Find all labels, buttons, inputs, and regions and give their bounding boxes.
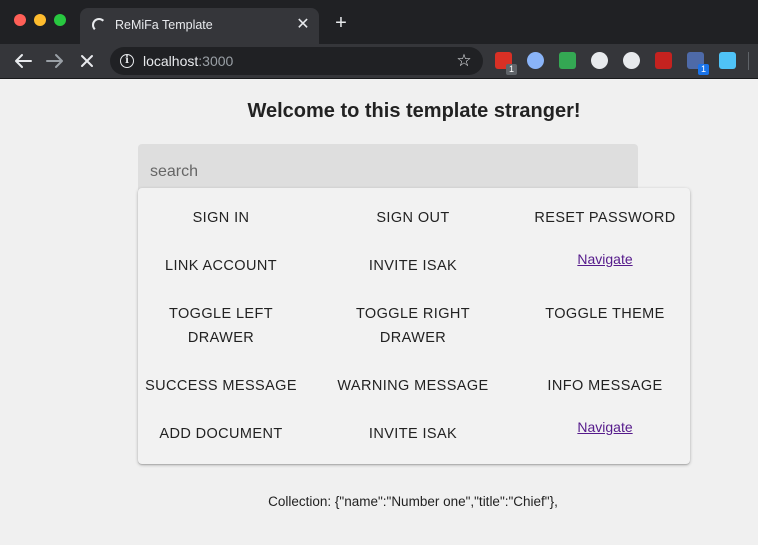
collection-text: Collection: {"name":"Number one","title"… (268, 494, 558, 509)
link-account-button[interactable]: LINK ACCOUNT (141, 254, 301, 278)
red-ext-icon[interactable]: 1 (495, 52, 517, 75)
url-port: :3000 (198, 53, 234, 69)
red-square-ext-icon[interactable] (655, 52, 672, 69)
forward-arrow-icon[interactable] (43, 49, 67, 73)
sign-in-button[interactable]: SIGN IN (141, 206, 301, 230)
stop-loading-icon[interactable] (75, 49, 99, 73)
extension-badge: 1 (698, 64, 709, 75)
white-circle-ext-icon[interactable] (623, 52, 640, 69)
loading-spinner-icon (92, 18, 106, 32)
actions-card: SIGN IN SIGN OUT RESET PASSWORD LINK ACC… (138, 188, 690, 464)
success-message-button[interactable]: SUCCESS MESSAGE (141, 374, 301, 398)
url-text: localhost:3000 (143, 53, 233, 69)
navigate-link[interactable]: Navigate (525, 251, 685, 267)
bookmark-star-icon[interactable]: ☆ (454, 51, 474, 71)
window-minimize-button[interactable] (34, 14, 46, 26)
address-bar[interactable]: i localhost:3000 ☆ (110, 47, 483, 75)
braces-ext-icon[interactable] (591, 52, 608, 69)
browser-tab[interactable]: ReMiFa Template ✕ (80, 8, 319, 44)
toggle-theme-button[interactable]: TOGGLE THEME (525, 302, 685, 326)
info-message-button[interactable]: INFO MESSAGE (525, 374, 685, 398)
blue-window-ext-icon[interactable] (719, 52, 736, 69)
add-document-button[interactable]: ADD DOCUMENT (141, 422, 301, 446)
invite-isak-button[interactable]: INVITE ISAK (333, 254, 493, 278)
green-plus-ext-icon[interactable] (559, 52, 576, 69)
back-arrow-icon[interactable] (11, 49, 35, 73)
tab-title: ReMiFa Template (115, 18, 213, 32)
reset-password-button[interactable]: RESET PASSWORD (525, 206, 685, 230)
sign-out-button[interactable]: SIGN OUT (333, 206, 493, 230)
site-info-icon[interactable]: i (120, 54, 134, 68)
tab-close-icon[interactable]: ✕ (294, 16, 312, 34)
url-host: localhost (143, 53, 199, 69)
toggle-right-drawer-button[interactable]: TOGGLE RIGHT DRAWER (333, 302, 493, 350)
browser-toolbar: i localhost:3000 ☆ 1 1 (0, 44, 758, 79)
tab-bar: ReMiFa Template ✕ + (0, 0, 758, 44)
extension-badge: 1 (506, 64, 517, 75)
navigate-link-2[interactable]: Navigate (525, 419, 685, 435)
warning-message-button[interactable]: WARNING MESSAGE (333, 374, 493, 398)
toggle-left-drawer-button[interactable]: TOGGLE LEFT DRAWER (141, 302, 301, 350)
invite-isak-button-2[interactable]: INVITE ISAK (333, 422, 493, 446)
page-title: Welcome to this template stranger! (247, 100, 581, 122)
folder-ext-icon[interactable]: 1 (687, 52, 709, 75)
blue-ring-ext-icon[interactable] (527, 52, 544, 69)
window-maximize-button[interactable] (54, 14, 66, 26)
toolbar-divider (748, 52, 749, 70)
new-tab-button[interactable]: + (331, 13, 351, 33)
window-close-button[interactable] (14, 14, 26, 26)
